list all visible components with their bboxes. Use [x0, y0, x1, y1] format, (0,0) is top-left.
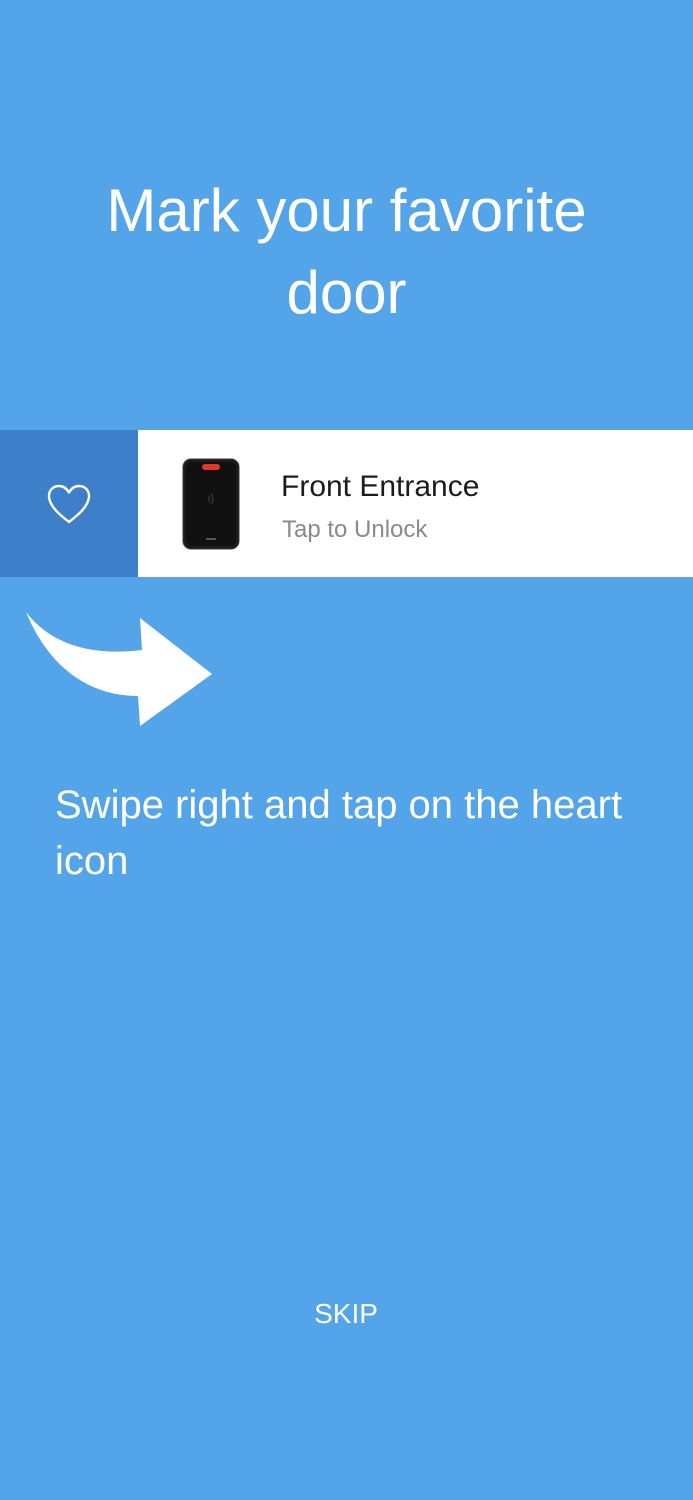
- door-name: Front Entrance: [281, 470, 480, 503]
- door-subtitle: Tap to Unlock: [282, 516, 428, 543]
- instruction-text: Swipe right and tap on the heart icon: [55, 783, 623, 883]
- skip-button[interactable]: SKIP: [246, 1292, 446, 1336]
- page-title: Mark your favorite door: [106, 177, 587, 326]
- favorite-action[interactable]: [0, 430, 138, 577]
- heart-icon[interactable]: [46, 483, 92, 525]
- onboarding-screen: Mark your favorite door Front Entrance T…: [0, 0, 693, 1500]
- curved-arrow-right-icon: [26, 612, 212, 726]
- door-cell[interactable]: Front Entrance Tap to Unlock: [138, 430, 693, 577]
- door-list-row[interactable]: Front Entrance Tap to Unlock: [0, 430, 693, 577]
- card-reader-image: [182, 458, 240, 550]
